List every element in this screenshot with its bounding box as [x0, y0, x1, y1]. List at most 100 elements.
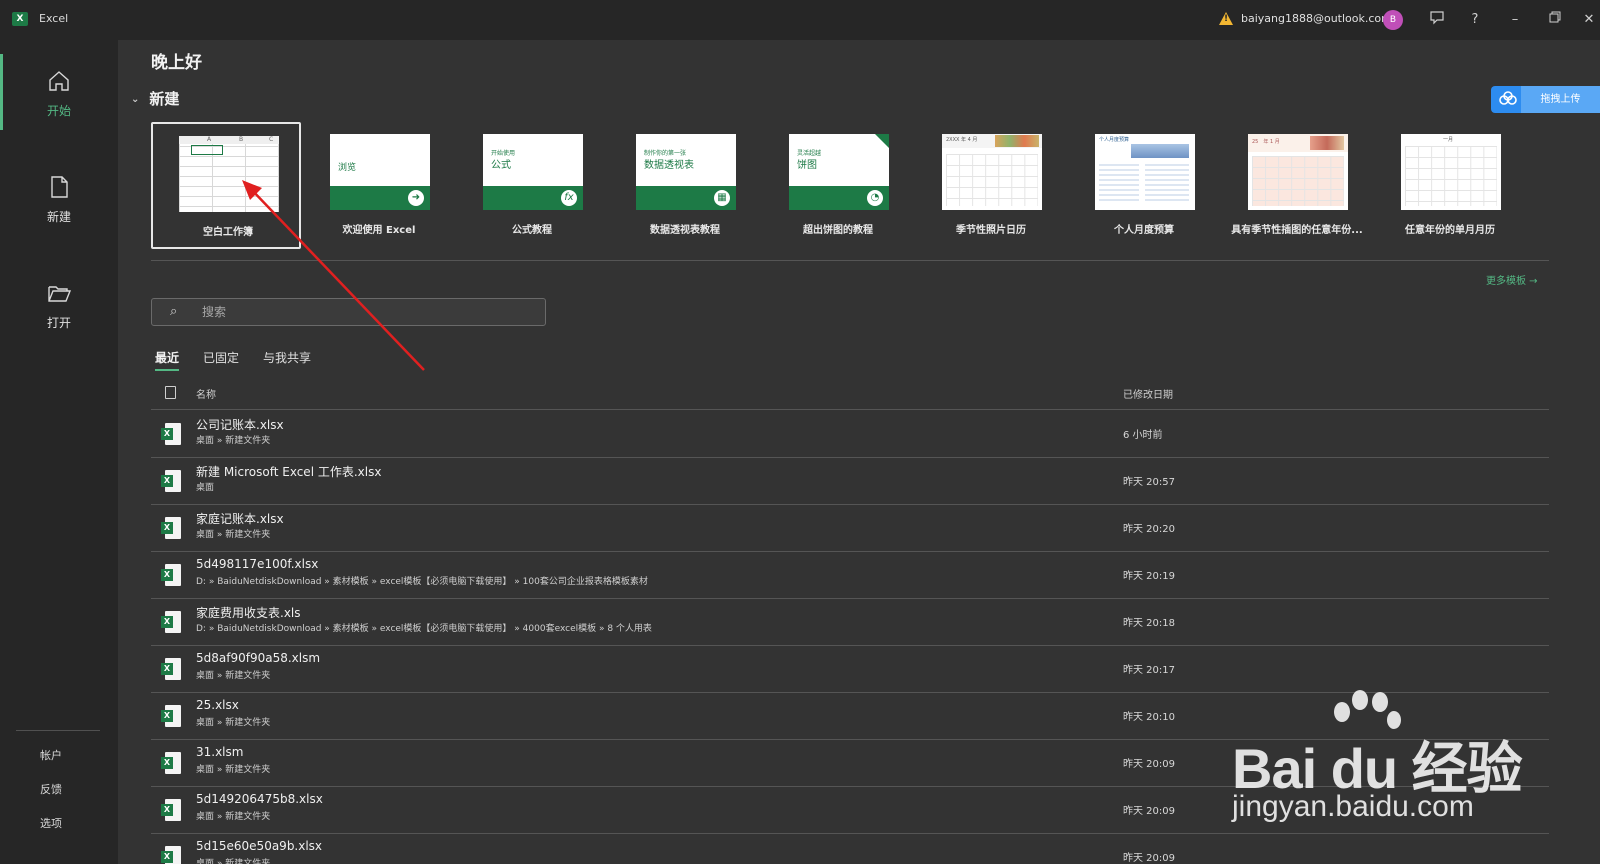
more-templates-link[interactable]: 更多模板 → — [1486, 272, 1538, 287]
file-date: 昨天 20:20 — [1123, 524, 1175, 535]
excel-file-icon: X — [161, 846, 181, 864]
file-path: 桌面 » 新建文件夹 — [196, 436, 271, 446]
template-seasonal-illustration-calendar[interactable]: 25 年 1 月 具有季节性插图的任意年份... — [1222, 122, 1372, 249]
upload-button-label: 拖拽上传 — [1521, 86, 1600, 113]
excel-macro-file-icon: X — [161, 752, 181, 774]
baidu-watermark: Bai du 经验 jingyan.baidu.com — [1232, 690, 1532, 830]
template-thumbnail: 一月 — [1401, 134, 1501, 210]
new-section-header[interactable]: ⌄ 新建 — [131, 88, 179, 109]
file-path: 桌面 — [196, 483, 215, 493]
file-list-header: 名称 已修改日期 — [151, 382, 1549, 410]
feedback-icon[interactable] — [1426, 9, 1448, 31]
template-thumbnail: 开始使用 公式 fx — [483, 134, 583, 210]
template-personal-budget[interactable]: 个人月度预算 个人月度预算 — [1069, 122, 1219, 249]
template-single-month-calendar[interactable]: 一月 任意年份的单月月历 — [1375, 122, 1525, 249]
file-date: 昨天 20:09 — [1123, 853, 1175, 864]
nav-item-open[interactable]: 打开 — [0, 266, 118, 346]
template-label: 欢迎使用 Excel — [342, 225, 416, 236]
tab-recent[interactable]: 最近 — [155, 349, 180, 371]
file-row[interactable]: X 5d8af90f90a58.xlsm 桌面 » 新建文件夹 昨天 20:17 — [151, 646, 1549, 693]
file-path: 桌面 » 新建文件夹 — [196, 859, 271, 864]
search-icon: ⌕ — [170, 304, 178, 319]
search-box[interactable]: ⌕ — [151, 298, 546, 326]
excel-macro-file-icon: X — [161, 658, 181, 680]
file-row[interactable]: X 新建 Microsoft Excel 工作表.xlsx 桌面 昨天 20:5… — [151, 458, 1549, 505]
template-label: 具有季节性插图的任意年份... — [1231, 225, 1363, 236]
nav-account[interactable]: 帐户 — [40, 747, 62, 763]
file-row[interactable]: X 5d15e60e50a9b.xlsx 桌面 » 新建文件夹 昨天 20:09 — [151, 834, 1549, 864]
file-row[interactable]: X 公司记账本.xlsx 桌面 » 新建文件夹 6 小时前 — [151, 411, 1549, 458]
file-path: 桌面 » 新建文件夹 — [196, 765, 271, 775]
template-pie-tutorial[interactable]: 灵活超越 饼图 ◔ 超出饼图的教程 — [763, 122, 913, 249]
nav-feedback[interactable]: 反馈 — [40, 781, 62, 797]
template-label: 季节性照片日历 — [956, 225, 1026, 236]
file-date: 6 小时前 — [1123, 430, 1163, 441]
restore-icon[interactable] — [1544, 9, 1566, 31]
warning-icon[interactable] — [1219, 12, 1233, 25]
file-row[interactable]: X 5d498117e100f.xlsx D: » BaiduNetdiskDo… — [151, 552, 1549, 599]
file-path: 桌面 » 新建文件夹 — [196, 530, 271, 540]
file-path: 桌面 » 新建文件夹 — [196, 671, 271, 681]
template-thumbnail: 制作你的第一张 数据透视表 ▦ — [636, 134, 736, 210]
watermark-url: jingyan.baidu.com — [1232, 790, 1474, 823]
file-row[interactable]: X 家庭记账本.xlsx 桌面 » 新建文件夹 昨天 20:20 — [151, 505, 1549, 552]
template-label: 公式教程 — [512, 225, 552, 236]
file-date: 昨天 20:18 — [1123, 618, 1175, 629]
avatar[interactable]: B — [1383, 10, 1403, 30]
nav-item-new[interactable]: 新建 — [0, 160, 118, 240]
template-blank-workbook[interactable]: ABC 空白工作簿 — [151, 122, 301, 249]
title-bar: X Excel baiyang1888@outlook.com B ? – ✕ — [0, 0, 1600, 40]
tab-pinned[interactable]: 已固定 — [203, 349, 239, 366]
excel-file-icon: X — [161, 423, 181, 445]
file-row[interactable]: X 家庭费用收支表.xls D: » BaiduNetdiskDownload … — [151, 599, 1549, 646]
nav-options[interactable]: 选项 — [40, 815, 62, 831]
file-name: 公司记账本.xlsx — [196, 418, 284, 432]
template-label: 数据透视表教程 — [650, 225, 720, 236]
account-email[interactable]: baiyang1888@outlook.com — [1241, 12, 1392, 25]
file-date: 昨天 20:09 — [1123, 806, 1175, 817]
file-name: 31.xlsm — [196, 745, 244, 759]
upload-button[interactable]: 拖拽上传 — [1491, 86, 1600, 113]
template-label: 任意年份的单月月历 — [1405, 225, 1495, 236]
file-name: 25.xlsx — [196, 698, 239, 712]
column-modified-date[interactable]: 已修改日期 — [1123, 386, 1173, 401]
minimize-icon[interactable]: – — [1504, 9, 1526, 31]
greeting: 晚上好 — [151, 53, 202, 73]
template-seasonal-photo-calendar[interactable]: 2XXX 年 4 月 季节性照片日历 — [916, 122, 1066, 249]
template-formula-tutorial[interactable]: 开始使用 公式 fx 公式教程 — [457, 122, 607, 249]
tab-shared-with-me[interactable]: 与我共享 — [263, 349, 311, 366]
home-icon — [49, 71, 69, 91]
template-thumbnail: ABC — [179, 136, 279, 212]
nav-item-home[interactable]: 开始 — [0, 54, 118, 134]
excel-file-icon: X — [161, 517, 181, 539]
file-path: D: » BaiduNetdiskDownload » 素材模板 » excel… — [196, 624, 652, 634]
excel-logo-icon: X — [12, 12, 28, 26]
excel-file-icon: X — [161, 705, 181, 727]
app-title: Excel — [39, 12, 69, 25]
search-input[interactable] — [202, 303, 522, 321]
template-thumbnail: 浏览 ➜ — [330, 134, 430, 210]
file-date: 昨天 20:57 — [1123, 477, 1175, 488]
nav-divider — [16, 730, 100, 731]
folder-open-icon — [48, 286, 72, 302]
template-label: 超出饼图的教程 — [803, 225, 873, 236]
close-icon[interactable]: ✕ — [1578, 9, 1600, 31]
arrow-right-icon: ➜ — [408, 190, 424, 206]
template-label: 个人月度预算 — [1114, 225, 1174, 236]
excel-file-icon: X — [161, 470, 181, 492]
template-divider — [151, 260, 1549, 261]
file-name: 5d149206475b8.xlsx — [196, 792, 323, 806]
template-welcome[interactable]: 浏览 ➜ 欢迎使用 Excel — [304, 122, 454, 249]
template-label: 空白工作簿 — [203, 227, 253, 238]
pie-chart-icon: ◔ — [867, 190, 883, 206]
template-thumbnail: 25 年 1 月 — [1248, 134, 1348, 210]
file-date: 昨天 20:10 — [1123, 712, 1175, 723]
column-name[interactable]: 名称 — [196, 386, 216, 401]
file-name: 家庭费用收支表.xls — [196, 606, 301, 620]
template-pivot-tutorial[interactable]: 制作你的第一张 数据透视表 ▦ 数据透视表教程 — [610, 122, 760, 249]
file-name: 家庭记账本.xlsx — [196, 512, 284, 526]
function-icon: fx — [561, 190, 577, 206]
excel-legacy-file-icon: X — [161, 611, 181, 633]
new-section-title: 新建 — [149, 90, 180, 108]
help-icon[interactable]: ? — [1464, 9, 1486, 31]
